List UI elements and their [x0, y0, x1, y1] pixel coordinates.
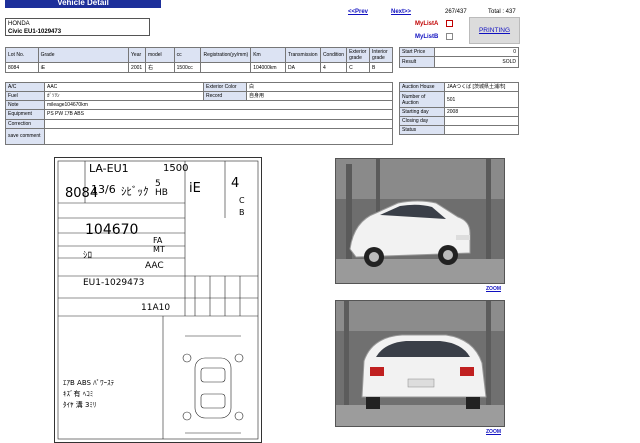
auction-table: Auction House JAAつくば [茨城県土浦市] Number of …	[399, 82, 519, 135]
spec-header: Km	[250, 47, 286, 63]
correction-label: Correction	[5, 118, 45, 129]
record-value: 自身用	[246, 91, 393, 102]
result-value: SOLD	[434, 56, 519, 68]
sheet-trans: FA MT	[153, 236, 165, 254]
closing-day-label: Closing day	[399, 116, 445, 126]
spec-value: 8084	[5, 62, 39, 73]
spec-value: B	[369, 62, 393, 73]
sheet-grade: iE	[189, 181, 201, 196]
ac-label: A/C	[5, 81, 45, 93]
sheet-chassis: EU1-1029473	[83, 278, 145, 288]
result-label: Result	[399, 56, 435, 68]
start-price-label: Start Price	[399, 47, 435, 57]
auction-sheet-image[interactable]: 8084 LA-EU1 1500 13/6 ｼﾋﾞｯｸ 5 HB iE 4 C …	[54, 157, 262, 443]
sheet-score: 4	[231, 176, 240, 191]
closing-day-value	[444, 116, 519, 126]
spec-value: 104000km	[250, 62, 286, 73]
fuel-value: ｶﾞｿﾘﾝ	[44, 91, 204, 102]
auction-house-value: JAAつくば [茨城県土浦市]	[444, 82, 519, 92]
spec-header: Lot No.	[5, 47, 39, 63]
starting-day-value: 2008	[444, 107, 519, 117]
mylist-b-label: MyListB	[415, 34, 439, 40]
spec-header: model	[145, 47, 175, 63]
vehicle-make: HONDA	[8, 21, 30, 27]
spec-value: C	[346, 62, 371, 73]
prev-link[interactable]: <<Prev	[348, 9, 368, 15]
status-label: Status	[399, 125, 445, 135]
spec-header: Registration(yy/mm)	[200, 47, 252, 63]
sheet-model-code: LA-EU1	[89, 162, 129, 175]
equipment-label: Equipment	[5, 109, 45, 120]
mylist-b-checkbox[interactable]	[446, 33, 453, 40]
exterior-color-label: Exterior Color	[203, 81, 247, 93]
spec-value: DA	[284, 62, 321, 73]
spec-header: Condition	[319, 47, 348, 63]
page-title: Vehicle Detail	[5, 0, 161, 8]
print-button[interactable]: PRINTING	[469, 17, 520, 44]
mylist-a-label: MyListA	[415, 21, 439, 27]
spec-header: Grade	[37, 47, 130, 63]
record-label: Record	[203, 91, 247, 102]
sheet-note: ﾀｲﾔ 溝 3ﾐﾘ	[63, 401, 97, 409]
sheet-note: ｴｱB ABS ﾊﾟﾜｰｽﾃ	[63, 379, 115, 387]
sheet-notes: ｴｱB ABS ﾊﾟﾜｰｽﾃ ｷｽﾞ有 ﾍｺﾐ ﾀｲﾔ 溝 3ﾐﾘ	[63, 378, 158, 411]
note-value: mileage104670km	[44, 100, 393, 111]
car-front-image	[336, 159, 504, 283]
auction-number-value: 501	[444, 91, 519, 108]
vehicle-title-box: HONDA Civic EU1-1029473	[5, 18, 150, 36]
print-label: PRINTING	[478, 27, 511, 34]
spec-value	[200, 62, 252, 73]
features-table: A/C AAC Exterior Color 白 Fuel ｶﾞｿﾘﾝ Reco…	[5, 81, 393, 146]
mylist-a-checkbox[interactable]	[446, 20, 453, 27]
sheet-int: B	[239, 208, 245, 217]
sheet-ac: AAC	[145, 261, 164, 271]
spec-header: Exterior grade	[346, 47, 371, 63]
auction-number-label: Number of Auction	[399, 91, 445, 108]
start-price-value: 0	[434, 47, 519, 57]
car-photo-rear[interactable]	[335, 300, 505, 427]
spec-value: iE	[37, 62, 130, 73]
note-label: Note	[5, 100, 45, 111]
spec-table: Lot No. Grade Year model cc Registration…	[5, 47, 393, 73]
vehicle-model: Civic EU1-1029473	[8, 29, 62, 35]
spec-header: Transmission	[284, 47, 321, 63]
sheet-ext: C	[239, 196, 245, 205]
sheet-doors: 5 HB	[155, 179, 168, 198]
sheet-cc: 1500	[163, 163, 189, 174]
save-comment-value[interactable]	[44, 127, 393, 146]
sheet-year: 13/6	[91, 183, 116, 196]
sheet-km: 104670	[85, 222, 139, 238]
sheet-color: ｼﾛ	[83, 251, 93, 261]
spec-value: 右	[145, 62, 175, 73]
ac-value: AAC	[44, 81, 204, 93]
car-rear-image	[336, 301, 504, 426]
next-link[interactable]: Next>>	[391, 9, 411, 15]
exterior-color-value: 白	[246, 81, 393, 93]
position-counter: 267/437	[445, 9, 467, 15]
equipment-value: PS PW ｴｱB ABS	[44, 109, 393, 120]
sheet-make: ｼﾋﾞｯｸ	[121, 185, 149, 198]
price-table: Start Price 0 Result SOLD	[399, 47, 519, 68]
spec-value: 1500cc	[173, 62, 202, 73]
car-photo-front[interactable]	[335, 158, 505, 284]
fuel-label: Fuel	[5, 91, 45, 102]
correction-value	[44, 118, 393, 129]
auction-house-label: Auction House	[399, 82, 445, 92]
starting-day-label: Starting day	[399, 107, 445, 117]
zoom-link-rear[interactable]: ZOOM	[486, 429, 501, 435]
spec-header: cc	[173, 47, 202, 63]
zoom-link-front[interactable]: ZOOM	[486, 286, 501, 292]
sheet-note: ｷｽﾞ有 ﾍｺﾐ	[63, 390, 94, 398]
spec-header: Interior grade	[369, 47, 393, 63]
spec-value: 4	[319, 62, 348, 73]
status-value	[444, 125, 519, 135]
total-count: Total : 437	[488, 9, 516, 15]
sheet-cells: 11A10	[141, 303, 171, 313]
spec-header: Year	[128, 47, 147, 63]
spec-value: 2001	[128, 62, 147, 73]
save-comment-label: save comment	[5, 127, 45, 146]
